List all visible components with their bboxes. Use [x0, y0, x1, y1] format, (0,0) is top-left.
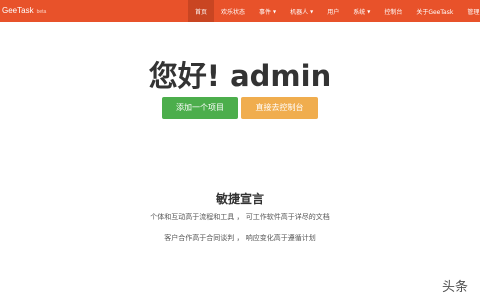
- add-project-button[interactable]: 添加一个项目: [162, 97, 238, 119]
- nav-item-robots[interactable]: 机器人 ▼: [283, 0, 320, 22]
- go-to-console-button[interactable]: 直接去控制台: [241, 97, 318, 119]
- brand-tag: beta: [36, 9, 47, 15]
- nav-item-events[interactable]: 事件 ▼: [252, 0, 283, 22]
- nav-item-label: 欢乐状态: [221, 8, 246, 16]
- nav-item-system[interactable]: 系统 ▼: [346, 0, 377, 22]
- manifesto-line: 个体和互动高于流程和工具 ， 可工作软件高于详尽的文档: [150, 213, 330, 221]
- nav-item-status[interactable]: 欢乐状态: [214, 0, 252, 22]
- nav-item-admin[interactable]: 管理员: [460, 0, 480, 22]
- nav-item-label: 关于GeeTask: [416, 8, 454, 16]
- nav-item-label: 系统: [353, 8, 366, 16]
- nav-item-label: 首页: [195, 8, 208, 16]
- nav-item-home[interactable]: 首页: [188, 0, 215, 22]
- caret-down-icon: ▼: [273, 8, 277, 14]
- nav-item-label: 控制台: [384, 8, 403, 16]
- caret-down-icon: ▼: [367, 8, 371, 14]
- nav-item-label: 机器人: [290, 8, 309, 16]
- watermark-logo: 头条: [442, 280, 469, 295]
- nav-item-about[interactable]: 关于GeeTask: [409, 0, 460, 22]
- caret-down-icon: ▼: [310, 8, 314, 14]
- nav-item-label: 用户: [327, 8, 340, 16]
- top-navbar: GeeTask beta 首页 欢乐状态 事件 ▼ 机器人 ▼ 用户 系统 ▼ 控制台…: [0, 0, 480, 22]
- nav-menu: 首页 欢乐状态 事件 ▼ 机器人 ▼ 用户 系统 ▼ 控制台 关于GeeTask 管理…: [188, 0, 480, 22]
- brand-logo[interactable]: GeeTask beta: [0, 0, 46, 22]
- brand-name: GeeTask: [2, 6, 34, 15]
- nav-item-console[interactable]: 控制台: [377, 0, 409, 22]
- nav-item-label: 管理员: [467, 8, 480, 16]
- nav-item-label: 事件: [259, 8, 272, 16]
- manifesto-title: 敏捷宣言: [215, 192, 264, 206]
- manifesto-line: 客户合作高于合同谈判 ， 响应变化高于遵循计划: [164, 234, 316, 242]
- nav-item-users[interactable]: 用户: [320, 0, 346, 22]
- greeting-heading: 您好! admin: [148, 59, 332, 93]
